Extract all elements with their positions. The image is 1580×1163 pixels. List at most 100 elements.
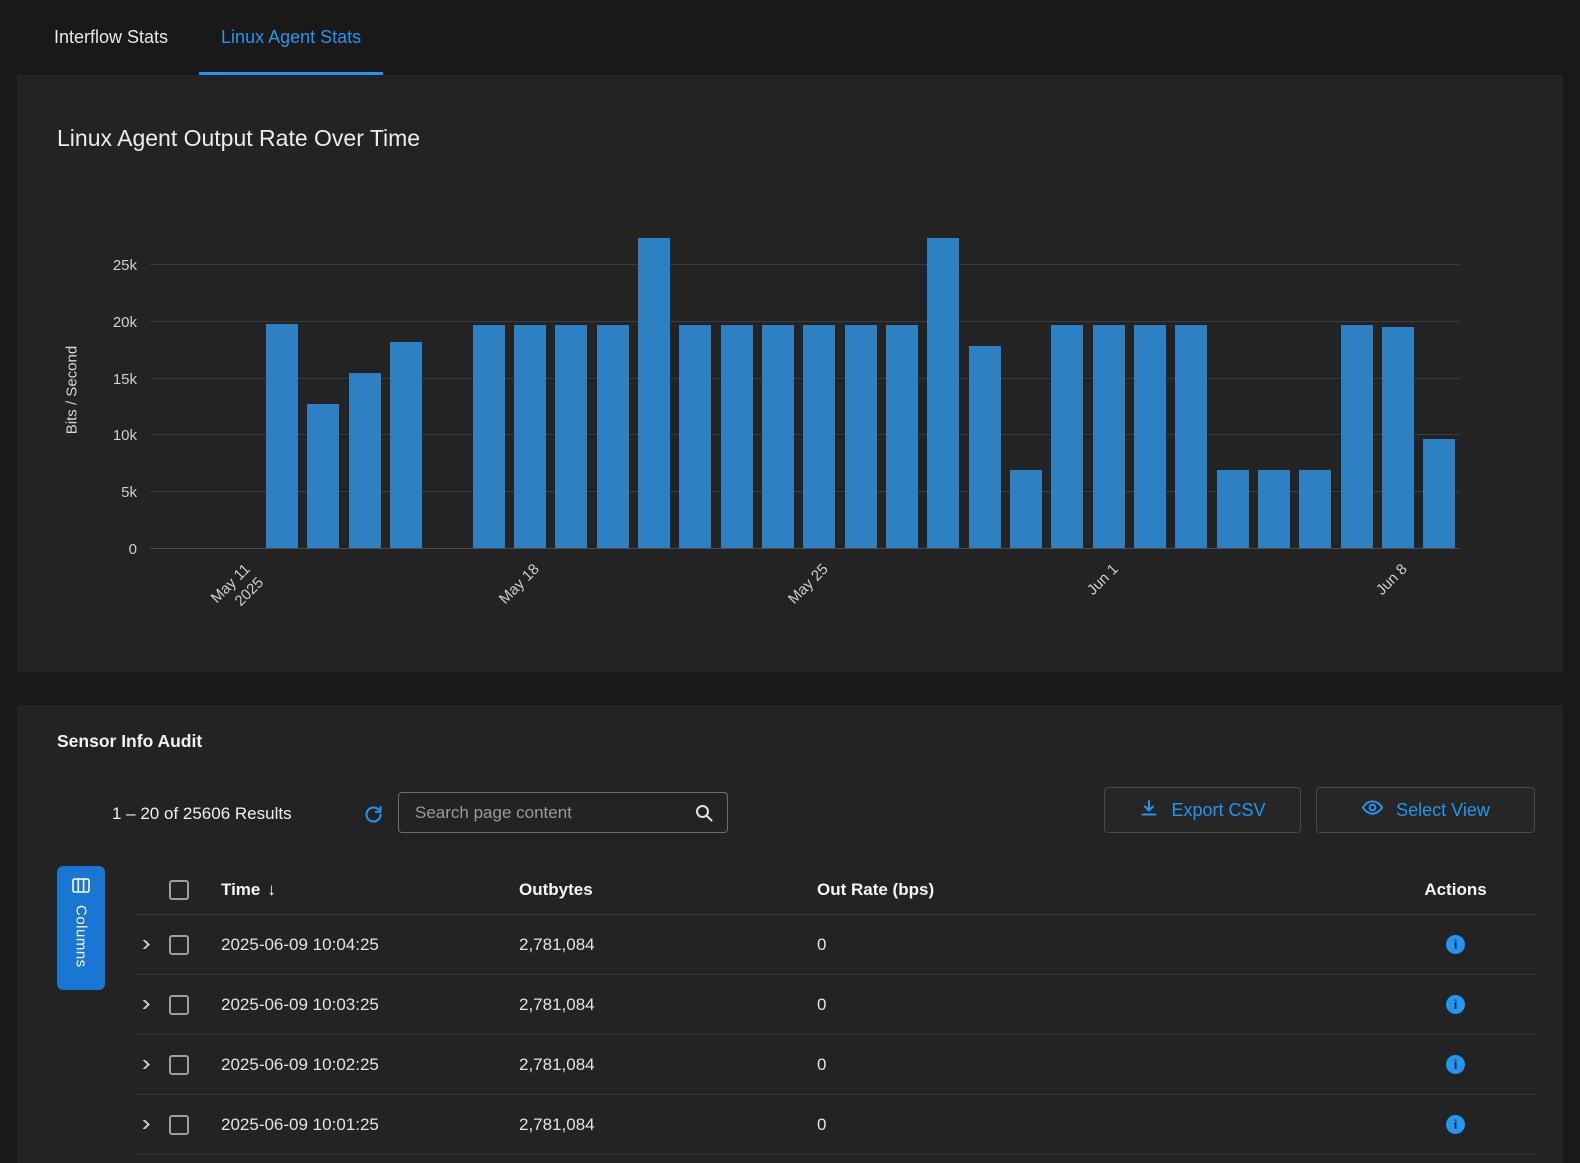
- table-row: 2025-06-09 10:02:252,781,0840i: [135, 1035, 1538, 1095]
- row-checkbox[interactable]: [169, 935, 221, 955]
- chart-bar-may-22[interactable]: [679, 325, 711, 548]
- x-tick-label: May 18: [424, 560, 544, 680]
- x-tick-label: Jun 1: [1003, 560, 1123, 680]
- chart-bar-may-15[interactable]: [390, 342, 422, 548]
- select-all-checkbox[interactable]: [169, 880, 221, 900]
- expand-row-button[interactable]: [135, 940, 169, 949]
- x-tick-label: May 11 2025: [135, 560, 268, 693]
- search-box: [398, 792, 728, 833]
- row-checkbox[interactable]: [169, 1055, 221, 1075]
- chart-bar-jun-2[interactable]: [1134, 325, 1166, 548]
- audit-table: Time ↓ Outbytes Out Rate (bps) Actions 20…: [135, 866, 1538, 1155]
- cell-outbytes: 2,781,084: [519, 995, 817, 1015]
- chart-bar-may-17[interactable]: [473, 325, 505, 548]
- table-row: 2025-06-09 10:04:252,781,0840i: [135, 915, 1538, 975]
- cell-time: 2025-06-09 10:03:25: [221, 995, 519, 1015]
- x-tick-label: Jun 8: [1292, 560, 1412, 680]
- cell-actions: i: [1373, 995, 1538, 1014]
- info-icon[interactable]: i: [1446, 935, 1465, 954]
- tab-interflow-stats[interactable]: Interflow Stats: [32, 0, 190, 75]
- eye-icon: [1361, 796, 1384, 824]
- column-header-out-rate[interactable]: Out Rate (bps): [817, 880, 1373, 900]
- chart-bar-jun-8[interactable]: [1382, 327, 1414, 548]
- cell-outbytes: 2,781,084: [519, 935, 817, 955]
- chart-bar-may-20[interactable]: [597, 325, 629, 548]
- sort-desc-arrow-icon: ↓: [267, 880, 276, 899]
- info-icon[interactable]: i: [1446, 1115, 1465, 1134]
- chart-bar-jun-6[interactable]: [1299, 470, 1331, 548]
- checkbox-box: [169, 935, 189, 955]
- column-header-actions: Actions: [1373, 880, 1538, 900]
- y-tick-label: 15k: [113, 371, 137, 388]
- checkbox-box: [169, 1115, 189, 1135]
- cell-outbytes: 2,781,084: [519, 1115, 817, 1135]
- chart-bar-may-31[interactable]: [1051, 325, 1083, 548]
- x-axis: May 11 2025May 18May 25Jun 1Jun 8: [150, 549, 1460, 664]
- cell-actions: i: [1373, 1055, 1538, 1074]
- bar-chart: Bits / Second May 11 2025May 18May 25Jun…: [150, 231, 1460, 549]
- tab-label: Linux Agent Stats: [221, 27, 361, 48]
- column-header-outbytes[interactable]: Outbytes: [519, 880, 817, 900]
- chart-bar-may-18[interactable]: [514, 325, 546, 548]
- export-csv-button[interactable]: Export CSV: [1104, 787, 1301, 833]
- info-icon[interactable]: i: [1446, 1055, 1465, 1074]
- tab-linux-agent-stats[interactable]: Linux Agent Stats: [199, 0, 383, 75]
- column-header-time[interactable]: Time ↓: [221, 880, 519, 900]
- chart-bar-may-19[interactable]: [555, 325, 587, 548]
- chart-bar-may-14[interactable]: [349, 373, 381, 548]
- refresh-button[interactable]: [361, 804, 385, 828]
- chart-bar-may-26[interactable]: [845, 325, 877, 548]
- gridline-25k: [150, 264, 1460, 265]
- checkbox-box: [169, 880, 189, 900]
- expand-row-button[interactable]: [135, 1060, 169, 1069]
- search-icon[interactable]: [694, 803, 727, 823]
- tab-bar: Interflow Stats Linux Agent Stats: [0, 0, 1580, 75]
- chart-bar-may-29[interactable]: [969, 346, 1001, 548]
- y-tick-label: 20k: [113, 314, 137, 331]
- chart-bar-jun-3[interactable]: [1175, 325, 1207, 548]
- columns-button-label: Columns: [73, 905, 90, 968]
- chart-bar-may-23[interactable]: [721, 325, 753, 548]
- chart-bar-jun-9[interactable]: [1423, 439, 1455, 548]
- chart-bar-may-24[interactable]: [762, 325, 794, 548]
- row-checkbox[interactable]: [169, 1115, 221, 1135]
- chart-bar-jun-5[interactable]: [1258, 470, 1290, 548]
- cell-out-rate: 0: [817, 1055, 1373, 1075]
- expand-row-button[interactable]: [135, 1120, 169, 1129]
- chart-bar-jun-1[interactable]: [1093, 325, 1125, 548]
- checkbox-box: [169, 1055, 189, 1075]
- chevron-right-icon: [137, 1000, 150, 1009]
- columns-button[interactable]: Columns: [57, 866, 105, 990]
- y-axis-title: Bits / Second: [64, 346, 81, 434]
- section-title: Sensor Info Audit: [57, 731, 202, 752]
- info-icon[interactable]: i: [1446, 995, 1465, 1014]
- chart-bar-may-21[interactable]: [638, 238, 670, 548]
- refresh-icon: [363, 813, 384, 828]
- chevron-right-icon: [137, 1060, 150, 1069]
- cell-time: 2025-06-09 10:01:25: [221, 1115, 519, 1135]
- x-tick-label: May 25: [713, 560, 833, 680]
- chevron-right-icon: [137, 1120, 150, 1129]
- table-header-row: Time ↓ Outbytes Out Rate (bps) Actions: [135, 866, 1538, 915]
- chevron-right-icon: [137, 940, 150, 949]
- search-input[interactable]: [399, 803, 694, 823]
- cell-time: 2025-06-09 10:02:25: [221, 1055, 519, 1075]
- chart-bar-jun-4[interactable]: [1217, 470, 1249, 548]
- column-header-label: Time: [221, 880, 260, 899]
- columns-grid-icon: [72, 878, 90, 896]
- chart-panel: Linux Agent Output Rate Over Time Bits /…: [17, 75, 1563, 672]
- chart-bar-may-13[interactable]: [307, 404, 339, 548]
- gridline-20k: [150, 321, 1460, 322]
- cell-actions: i: [1373, 1115, 1538, 1134]
- chart-bar-may-27[interactable]: [886, 325, 918, 548]
- chart-bar-may-25[interactable]: [803, 325, 835, 548]
- chart-bar-may-28[interactable]: [927, 238, 959, 548]
- chart-bar-may-30[interactable]: [1010, 470, 1042, 548]
- select-view-button[interactable]: Select View: [1316, 787, 1535, 833]
- chart-bar-may-12[interactable]: [266, 324, 298, 548]
- y-tick-label: 5k: [121, 484, 137, 501]
- expand-row-button[interactable]: [135, 1000, 169, 1009]
- chart-bar-jun-7[interactable]: [1341, 325, 1373, 548]
- row-checkbox[interactable]: [169, 995, 221, 1015]
- download-icon: [1139, 798, 1159, 823]
